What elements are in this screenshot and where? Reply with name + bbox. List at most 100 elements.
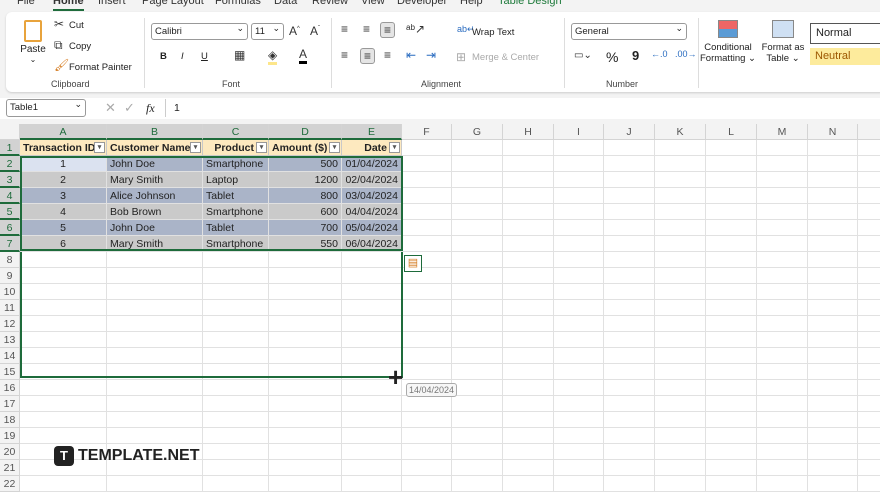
cell[interactable] xyxy=(452,284,503,300)
filter-dropdown-icon[interactable]: ▾ xyxy=(256,142,267,153)
cell[interactable] xyxy=(757,284,808,300)
cell[interactable] xyxy=(858,140,880,156)
table-header-cell[interactable]: Customer Name ▾ xyxy=(107,140,203,156)
cell[interactable] xyxy=(808,252,858,268)
column-header-j[interactable]: J xyxy=(604,124,655,140)
tab-page-layout[interactable]: Page Layout xyxy=(142,0,204,7)
cell[interactable] xyxy=(706,156,757,172)
cell[interactable] xyxy=(808,172,858,188)
cell[interactable] xyxy=(342,460,402,476)
cell[interactable] xyxy=(604,476,655,492)
cell[interactable] xyxy=(757,188,808,204)
cell[interactable] xyxy=(269,380,342,396)
cell[interactable] xyxy=(757,316,808,332)
cell[interactable] xyxy=(757,428,808,444)
cell[interactable] xyxy=(503,412,554,428)
cell[interactable] xyxy=(503,284,554,300)
cell[interactable] xyxy=(655,396,706,412)
format-as-table-button[interactable]: Format as Table ⌄ xyxy=(758,20,808,64)
cell[interactable] xyxy=(402,236,452,252)
row-header-22[interactable]: 22 xyxy=(0,476,20,492)
column-header-e[interactable]: E xyxy=(342,124,402,140)
cell[interactable] xyxy=(503,428,554,444)
cell[interactable] xyxy=(452,460,503,476)
cell[interactable] xyxy=(706,316,757,332)
cell[interactable] xyxy=(554,220,604,236)
cancel-icon[interactable]: ✕ xyxy=(105,100,116,116)
cell[interactable] xyxy=(604,412,655,428)
cell[interactable] xyxy=(655,428,706,444)
cell[interactable] xyxy=(203,476,269,492)
cell[interactable] xyxy=(808,412,858,428)
cell[interactable] xyxy=(655,268,706,284)
table-header-cell[interactable]: Amount ($) ▾ xyxy=(269,140,342,156)
cell[interactable] xyxy=(269,412,342,428)
cell[interactable] xyxy=(269,396,342,412)
formula-input[interactable]: 1 xyxy=(174,102,180,114)
cell[interactable] xyxy=(503,380,554,396)
cell[interactable] xyxy=(402,412,452,428)
cell[interactable] xyxy=(402,300,452,316)
row-header-16[interactable]: 16 xyxy=(0,380,20,396)
function-icon[interactable]: fx xyxy=(146,101,155,116)
cell[interactable] xyxy=(604,444,655,460)
cell[interactable] xyxy=(757,300,808,316)
cell[interactable] xyxy=(858,220,880,236)
cell[interactable] xyxy=(808,236,858,252)
cell[interactable] xyxy=(503,476,554,492)
cell[interactable] xyxy=(604,364,655,380)
cell[interactable] xyxy=(554,380,604,396)
cell[interactable] xyxy=(808,428,858,444)
cell[interactable] xyxy=(452,300,503,316)
name-box[interactable]: Table1 xyxy=(6,99,86,117)
cell[interactable] xyxy=(858,172,880,188)
cell[interactable] xyxy=(503,332,554,348)
cell[interactable] xyxy=(808,220,858,236)
cell[interactable] xyxy=(655,140,706,156)
cell[interactable] xyxy=(604,300,655,316)
cell[interactable] xyxy=(757,380,808,396)
cell[interactable] xyxy=(269,476,342,492)
cell[interactable] xyxy=(503,268,554,284)
tab-table-design[interactable]: Table Design xyxy=(498,0,562,7)
cell[interactable] xyxy=(706,476,757,492)
column-header-c[interactable]: C xyxy=(203,124,269,140)
row-header-1[interactable]: 1 xyxy=(0,140,20,156)
cell[interactable] xyxy=(655,332,706,348)
cell[interactable] xyxy=(757,396,808,412)
cell[interactable] xyxy=(452,412,503,428)
cell[interactable] xyxy=(269,444,342,460)
borders-icon[interactable]: ▦ xyxy=(234,48,245,62)
cell[interactable] xyxy=(858,396,880,412)
cell[interactable] xyxy=(858,476,880,492)
cell[interactable] xyxy=(706,364,757,380)
cell[interactable] xyxy=(655,188,706,204)
cell[interactable] xyxy=(554,332,604,348)
cell[interactable] xyxy=(858,348,880,364)
cell[interactable] xyxy=(554,188,604,204)
decrease-indent-icon[interactable]: ⇤ xyxy=(406,48,416,62)
cell[interactable] xyxy=(706,444,757,460)
cell[interactable] xyxy=(655,236,706,252)
cell[interactable] xyxy=(503,364,554,380)
cell[interactable] xyxy=(604,348,655,364)
cell[interactable] xyxy=(452,444,503,460)
cell[interactable] xyxy=(203,396,269,412)
cell[interactable] xyxy=(858,236,880,252)
cell[interactable] xyxy=(604,156,655,172)
wrap-text-button[interactable]: Wrap Text xyxy=(472,27,514,38)
column-header-b[interactable]: B xyxy=(107,124,203,140)
cell[interactable] xyxy=(203,428,269,444)
cell[interactable] xyxy=(706,220,757,236)
align-top-icon[interactable]: ≡ xyxy=(341,22,348,36)
cell[interactable] xyxy=(342,444,402,460)
cell[interactable] xyxy=(757,476,808,492)
italic-button[interactable]: I xyxy=(181,51,184,62)
cell[interactable] xyxy=(452,252,503,268)
cell[interactable] xyxy=(757,204,808,220)
cell[interactable] xyxy=(808,444,858,460)
cell[interactable] xyxy=(706,396,757,412)
cell[interactable] xyxy=(452,380,503,396)
cell[interactable] xyxy=(604,332,655,348)
cell[interactable] xyxy=(452,156,503,172)
